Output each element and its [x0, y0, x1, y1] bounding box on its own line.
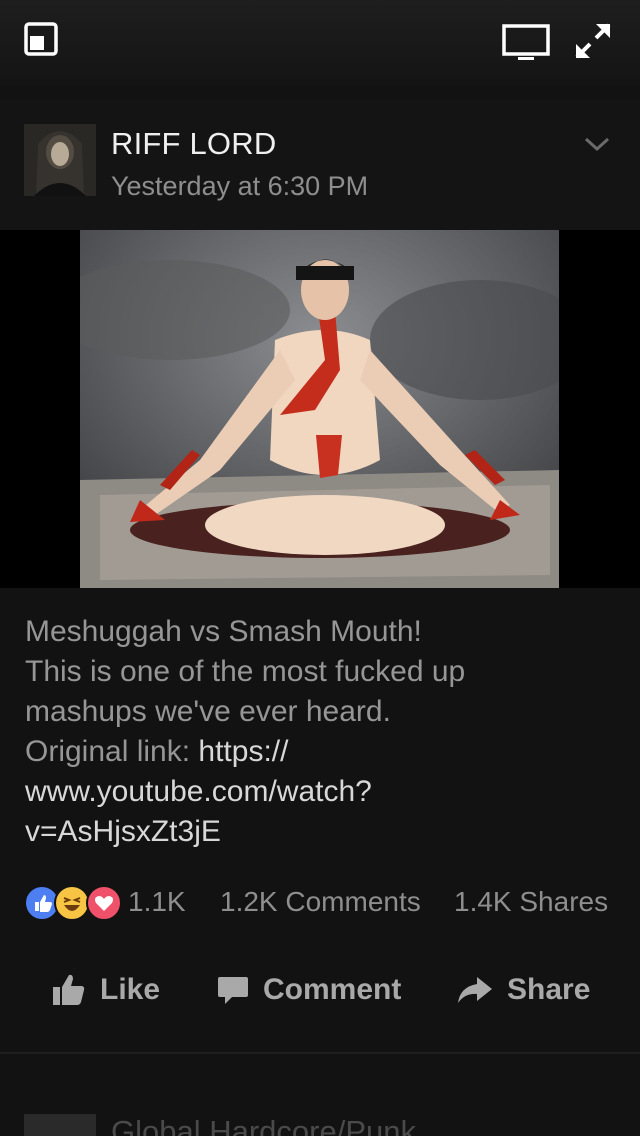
video-thumbnail[interactable] [80, 230, 559, 588]
video-top-bar [0, 0, 640, 86]
haha-reaction-icon [54, 885, 90, 921]
post-author-name[interactable]: RIFF LORD [111, 126, 276, 162]
share-button[interactable]: Share [457, 970, 590, 1010]
post-divider [0, 1052, 640, 1054]
share-label: Share [507, 973, 591, 1006]
caption-line: This is one of the most fucked up [25, 655, 466, 688]
post-caption: Meshuggah vs Smash Mouth! This is one of… [25, 612, 625, 852]
caption-link-prefix: Original link: [25, 735, 199, 768]
caption-line: mashups we've ever heard. [25, 695, 391, 728]
reactions-summary[interactable] [24, 885, 124, 921]
fullscreen-icon[interactable] [574, 22, 612, 65]
tv-cast-icon[interactable] [502, 24, 550, 67]
thumbs-up-icon [53, 974, 85, 1005]
next-post-header: Global Hardcore/Punk [0, 1090, 640, 1136]
author-avatar[interactable] [24, 124, 96, 196]
post-video[interactable] [0, 230, 640, 588]
post-header: RIFF LORD Yesterday at 6:30 PM [0, 100, 640, 230]
youtube-link[interactable]: https:// [198, 735, 288, 768]
share-count[interactable]: 1.4K Shares [454, 886, 608, 918]
comment-button[interactable]: Comment [217, 970, 401, 1010]
youtube-link[interactable]: www.youtube.com/watch? [25, 772, 625, 812]
like-button[interactable]: Like [52, 970, 160, 1010]
post-stats: 1.1K 1.2K Comments 1.4K Shares [24, 882, 624, 922]
chevron-down-icon[interactable] [584, 136, 610, 157]
post-timestamp[interactable]: Yesterday at 6:30 PM [111, 171, 368, 202]
next-post-author-name[interactable]: Global Hardcore/Punk [111, 1114, 416, 1136]
youtube-link[interactable]: v=AsHjsxZt3jE [25, 812, 625, 852]
next-post-avatar[interactable] [24, 1114, 96, 1136]
comment-label: Comment [263, 973, 402, 1006]
like-label: Like [100, 973, 161, 1006]
caption-line: Meshuggah vs Smash Mouth! [25, 615, 422, 648]
caption-link-line: Original link: https:// [25, 732, 625, 772]
comment-count[interactable]: 1.2K Comments [220, 886, 421, 918]
reaction-count[interactable]: 1.1K [128, 886, 186, 918]
comment-icon [218, 977, 248, 1004]
post-actions: Like Comment Share [0, 950, 640, 1030]
share-arrow-icon [458, 977, 492, 1003]
love-reaction-icon [86, 885, 122, 921]
picture-in-picture-icon[interactable] [24, 22, 58, 61]
